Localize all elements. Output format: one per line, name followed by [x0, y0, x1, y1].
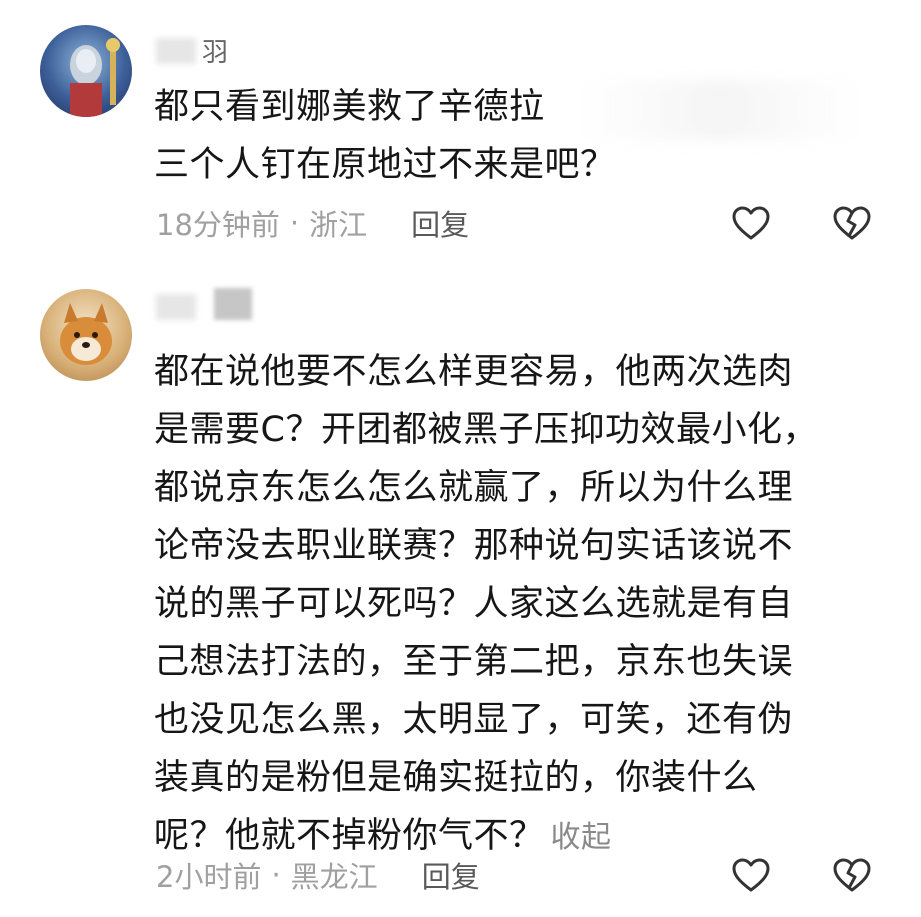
comment-line: 都只看到娜美救了辛德拉: [154, 87, 545, 127]
broken-heart-icon: [833, 206, 871, 240]
comment-item: 羽 都只看到娜美救了辛德拉 三个人钉在原地过不来是吧？ 18分钟前 · 浙江 回…: [0, 0, 921, 260]
location: 浙江: [309, 208, 368, 242]
username-blur: [156, 38, 196, 64]
comment-line: 说的黑子可以死吗？人家这么选就是有自: [154, 584, 794, 624]
separator: ·: [271, 858, 281, 892]
comment-line-text: 呢？他就不掉粉你气不？: [154, 816, 545, 856]
comment-line: 是需要C？开团都被黑子压抑功效最小化，: [154, 410, 818, 450]
heart-outline-icon: [732, 858, 770, 892]
username-blur: [214, 288, 252, 320]
comment-line: 都说京东怎么怎么就赢了，所以为什么理: [154, 468, 794, 508]
comment-line: 己想法打法的，至于第二把，京东也失误: [154, 642, 794, 682]
avatar[interactable]: [40, 289, 132, 381]
reply-button[interactable]: 回复: [422, 854, 480, 896]
like-button[interactable]: [731, 204, 771, 244]
username[interactable]: [156, 288, 256, 322]
avatar[interactable]: [40, 25, 132, 117]
broken-heart-icon: [833, 858, 871, 892]
comment-meta: 18分钟前 · 浙江 回复: [156, 202, 469, 244]
timestamp: 2小时前: [156, 860, 262, 894]
comment-line: 装真的是粉但是确实挺拉的，你装什么: [154, 758, 758, 798]
separator: ·: [289, 206, 300, 240]
username-blur: [156, 294, 196, 320]
comment-line: 都在说他要不怎么样更容易，他两次选肉: [154, 352, 794, 392]
comment-line: 论帝没去职业联赛？那种说句实话该说不: [154, 526, 794, 566]
collapse-button[interactable]: 收起: [551, 820, 612, 855]
comment-line: 也没见怎么黑，太明显了，可笑，还有伪: [154, 700, 794, 740]
heart-outline-icon: [732, 206, 770, 240]
comment-item: 都在说他要不怎么样更容易，他两次选肉 是需要C？开团都被黑子压抑功效最小化， 都…: [0, 270, 921, 917]
location: 黑龙江: [290, 860, 378, 894]
avatar-image: [60, 303, 112, 365]
reply-button[interactable]: 回复: [411, 202, 469, 244]
username-text: 羽: [202, 38, 229, 68]
comment-text: 都在说他要不怎么样更容易，他两次选肉 是需要C？开团都被黑子压抑功效最小化， 都…: [154, 343, 854, 867]
like-button[interactable]: [731, 856, 771, 896]
comment-text: 都只看到娜美救了辛德拉 三个人钉在原地过不来是吧？: [154, 78, 854, 194]
timestamp: 18分钟前: [156, 208, 280, 242]
comment-meta: 2小时前 · 黑龙江 回复: [156, 854, 480, 896]
dislike-button[interactable]: [832, 856, 872, 896]
dislike-button[interactable]: [832, 204, 872, 244]
avatar-image: [70, 38, 120, 117]
username[interactable]: 羽: [156, 32, 229, 68]
comment-line: 三个人钉在原地过不来是吧？: [154, 145, 616, 185]
